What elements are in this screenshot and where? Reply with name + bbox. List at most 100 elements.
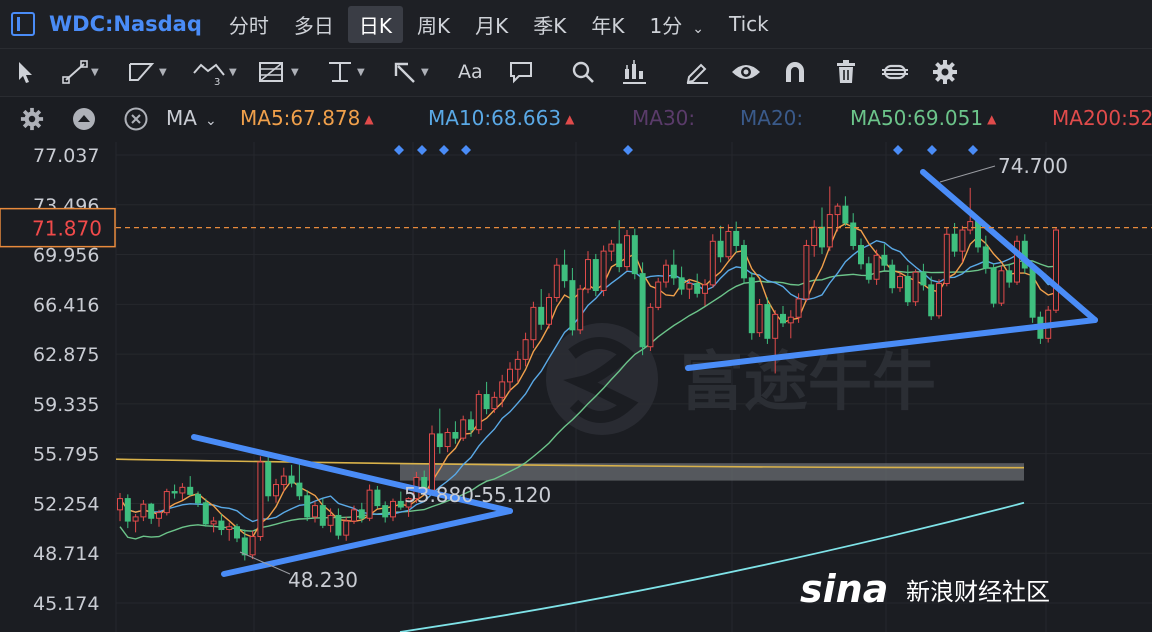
- candlestick-chart[interactable]: 77.037 73.496 69.956 66.416 62.875 59.335 55.7…: [0, 142, 1152, 632]
- candle-body: [569, 280, 576, 331]
- y-tick-label: 45.174: [33, 593, 99, 615]
- sidebar-toggle-icon[interactable]: [11, 12, 35, 36]
- indicator-type-label: MA: [166, 106, 197, 130]
- sync-icon[interactable]: [880, 59, 910, 85]
- candle-body: [522, 339, 529, 360]
- replay-icon[interactable]: [620, 59, 648, 85]
- candle-body: [117, 498, 123, 511]
- up-arrow-icon: ▲: [364, 112, 374, 126]
- candle-body: [858, 245, 864, 265]
- tab-yearly-k[interactable]: 年K: [580, 6, 635, 43]
- candle-body: [936, 282, 942, 317]
- y-tick-label: 77.037: [33, 145, 99, 167]
- ma30-value: MA30:: [632, 106, 695, 130]
- tab-intraday[interactable]: 分时: [218, 6, 280, 43]
- ma5-value: MA5:67.878 ▲: [240, 106, 374, 130]
- tab-monthly-k[interactable]: 月K: [464, 6, 519, 43]
- ma10-value: MA10:68.663 ▲: [428, 106, 574, 130]
- candle-body: [124, 498, 131, 522]
- tab-daily-k[interactable]: 日K: [347, 5, 404, 43]
- cursor-icon[interactable]: [14, 59, 36, 85]
- candle-body: [585, 259, 591, 290]
- wave-tool-icon[interactable]: 3 ▼: [192, 59, 237, 85]
- candle-body: [343, 520, 350, 536]
- ma20-value: MA20:: [740, 106, 803, 130]
- tab-quarterly-k[interactable]: 季K: [522, 6, 577, 43]
- y-tick-label: 52.254: [33, 493, 99, 515]
- candle-body: [647, 306, 654, 348]
- trash-icon[interactable]: [834, 59, 858, 85]
- candle-body: [358, 509, 365, 519]
- candle-body: [187, 486, 194, 495]
- magnet-icon[interactable]: [782, 59, 808, 85]
- candle-body: [787, 316, 794, 324]
- text-tool-icon[interactable]: Aa: [458, 59, 483, 85]
- candle-body: [436, 433, 443, 448]
- candle-body: [132, 516, 139, 522]
- candle-body: [717, 240, 724, 258]
- eye-icon[interactable]: [730, 59, 762, 85]
- candle-body: [967, 221, 974, 231]
- candle-body: [249, 536, 256, 556]
- candle-body: [639, 273, 646, 348]
- candle-body: [592, 259, 599, 291]
- polyline-tool-icon[interactable]: ▼: [126, 59, 167, 85]
- stock-symbol[interactable]: WDC:Nasdaq: [49, 12, 202, 36]
- indicator-type-select[interactable]: MA ⌄: [166, 106, 217, 130]
- event-marker-icon: [439, 145, 449, 155]
- tab-multi-day[interactable]: 多日: [283, 6, 345, 43]
- comment-icon[interactable]: [508, 59, 534, 85]
- candle-body: [171, 491, 178, 494]
- candle-body: [928, 284, 935, 317]
- candle-body: [1006, 270, 1013, 283]
- candle-body: [1053, 229, 1059, 311]
- event-marker-icon: [417, 145, 427, 155]
- y-tick-label: 55.795: [33, 444, 99, 466]
- tab-tick[interactable]: Tick: [718, 8, 780, 40]
- indicator-settings-icon[interactable]: [20, 107, 44, 136]
- close-indicator-icon[interactable]: [124, 107, 148, 136]
- low-price-label: 48.230: [288, 568, 358, 592]
- trend-line: [221, 508, 513, 577]
- chart-canvas[interactable]: 77.03773.49669.95666.41662.87559.33555.7…: [0, 142, 1152, 632]
- y-tick-label: 62.875: [33, 344, 99, 366]
- ma20-label: MA20:: [740, 106, 804, 130]
- collapse-up-icon[interactable]: [72, 107, 96, 136]
- candle-body: [546, 297, 552, 325]
- arrow-tool-icon[interactable]: ▼: [392, 59, 429, 85]
- chevron-down-icon: ⌄: [692, 20, 704, 37]
- y-tick-label: 69.956: [33, 245, 99, 267]
- dropdown-caret-icon: ▼: [159, 66, 167, 78]
- tab-minute-select[interactable]: 1分 ⌄: [639, 6, 715, 43]
- candle-body: [304, 495, 311, 518]
- draw-icon[interactable]: [684, 59, 710, 85]
- candle-body: [709, 240, 716, 286]
- zone-range-label: 53.880-55.120: [404, 483, 551, 507]
- settings-icon[interactable]: [932, 59, 958, 85]
- candle-body: [975, 221, 981, 248]
- tab-weekly-k[interactable]: 周K: [406, 6, 461, 43]
- candle-body: [702, 284, 708, 294]
- candle-body: [265, 461, 272, 497]
- candle-body: [826, 214, 833, 248]
- event-marker-icon: [968, 145, 978, 155]
- candle-body: [468, 419, 474, 431]
- candle-body: [1029, 267, 1036, 318]
- candle-body: [678, 277, 685, 290]
- candle-body: [772, 313, 779, 339]
- candle-body: [982, 246, 989, 269]
- line-tool-icon[interactable]: ▼: [62, 59, 99, 85]
- label-pointer: [939, 165, 996, 183]
- up-arrow-icon: ▲: [987, 112, 997, 126]
- candle-body: [195, 493, 201, 504]
- candle-body: [499, 381, 506, 398]
- candle-body: [803, 245, 810, 300]
- horizontal-line-icon[interactable]: ▼: [326, 59, 365, 85]
- search-icon[interactable]: [570, 59, 596, 85]
- candle-body: [608, 243, 615, 252]
- dropdown-caret-icon: ▼: [91, 66, 99, 78]
- candle-body: [296, 482, 303, 497]
- sina-watermark: sina 新浪财经社区: [800, 567, 1050, 611]
- candle-body: [741, 245, 747, 279]
- fib-tool-icon[interactable]: ▼: [258, 59, 299, 85]
